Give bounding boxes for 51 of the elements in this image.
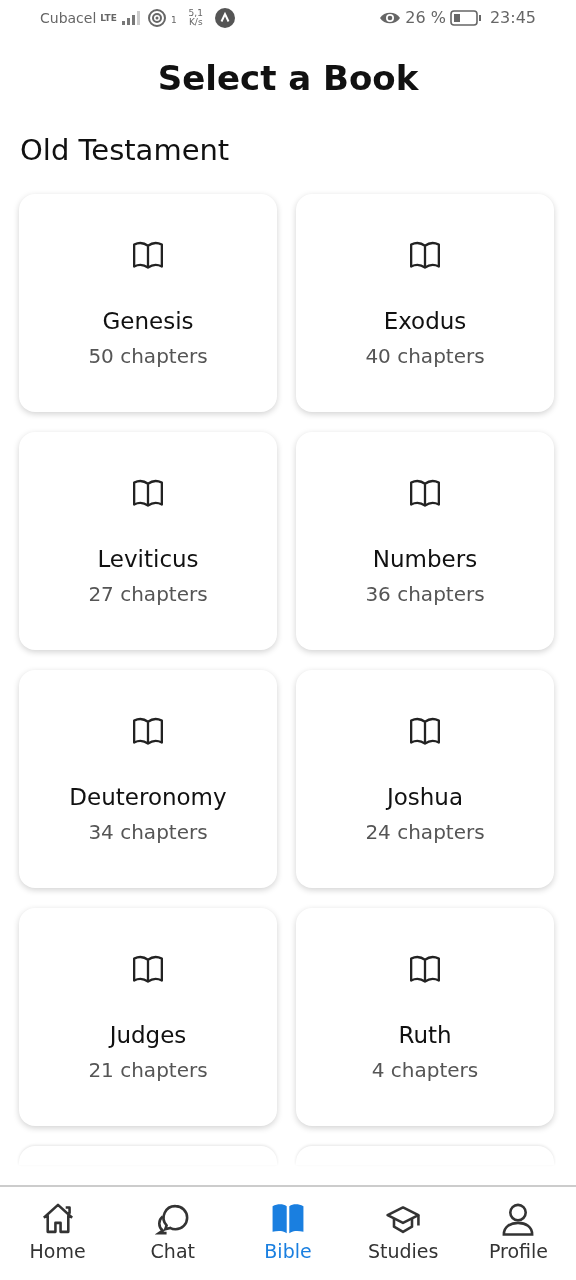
nav-tab[interactable]: Profile bbox=[460, 1187, 576, 1280]
book-card[interactable]: Judges 21 chapters bbox=[19, 908, 277, 1127]
chapter-count: 4 chapters bbox=[371, 1057, 479, 1082]
network-type: LTE bbox=[100, 13, 117, 23]
book-name: Leviticus bbox=[97, 546, 199, 574]
book-name: Numbers bbox=[372, 546, 478, 574]
section-heading: Old Testament bbox=[20, 131, 231, 169]
book-name: Ruth bbox=[398, 1022, 452, 1050]
book-card[interactable]: Joshua 24 chapters bbox=[296, 670, 554, 889]
book-name: Exodus bbox=[383, 308, 467, 336]
nav-tab[interactable]: Studies bbox=[345, 1187, 461, 1280]
hotspot-icon bbox=[146, 8, 167, 28]
chapter-count: 21 chapters bbox=[88, 1057, 208, 1082]
nav-tab[interactable]: Chat bbox=[115, 1187, 231, 1280]
eye-icon bbox=[379, 10, 402, 26]
book-icon bbox=[130, 716, 166, 747]
nav-tab[interactable]: Home bbox=[0, 1187, 116, 1280]
book-name: Deuteronomy bbox=[69, 784, 227, 812]
chapter-count: 24 chapters bbox=[365, 819, 485, 844]
hotspot-count: 1 bbox=[170, 15, 177, 25]
chapter-count: 50 chapters bbox=[88, 343, 208, 368]
book-card[interactable]: Ruth 4 chapters bbox=[296, 908, 554, 1127]
chapter-count: 27 chapters bbox=[88, 581, 208, 606]
nav-tab[interactable]: Bible bbox=[230, 1187, 346, 1280]
book-icon bbox=[130, 478, 166, 509]
carrier-name: Cubacel bbox=[40, 8, 97, 28]
speed-value: 5,1 bbox=[188, 9, 203, 18]
book-name: Joshua bbox=[386, 784, 464, 812]
book-icon bbox=[407, 716, 443, 747]
book-icon bbox=[407, 954, 443, 985]
app-notification-icon bbox=[214, 8, 235, 28]
battery-icon bbox=[449, 10, 482, 26]
battery-percent: 26 % bbox=[405, 7, 446, 29]
book-icon bbox=[407, 240, 443, 271]
book-icon bbox=[130, 954, 166, 985]
book-icon bbox=[130, 240, 166, 271]
book-name: Genesis bbox=[102, 308, 194, 336]
chapter-count: 36 chapters bbox=[365, 581, 485, 606]
chapter-count: 40 chapters bbox=[365, 343, 485, 368]
book-card[interactable]: Leviticus 27 chapters bbox=[19, 432, 277, 651]
book-card[interactable]: Deuteronomy 34 chapters bbox=[19, 670, 277, 889]
book-card[interactable]: Genesis 50 chapters bbox=[19, 194, 277, 413]
chapter-count: 34 chapters bbox=[88, 819, 208, 844]
signal-icon bbox=[120, 10, 143, 26]
speed-unit: K/s bbox=[188, 18, 203, 27]
book-card[interactable]: Exodus 40 chapters bbox=[296, 194, 554, 413]
page-title: Select a Book bbox=[156, 58, 420, 99]
book-card[interactable]: Numbers 36 chapters bbox=[296, 432, 554, 651]
book-icon bbox=[407, 478, 443, 509]
clock: 23:45 bbox=[489, 7, 536, 29]
book-name: Judges bbox=[109, 1022, 187, 1050]
